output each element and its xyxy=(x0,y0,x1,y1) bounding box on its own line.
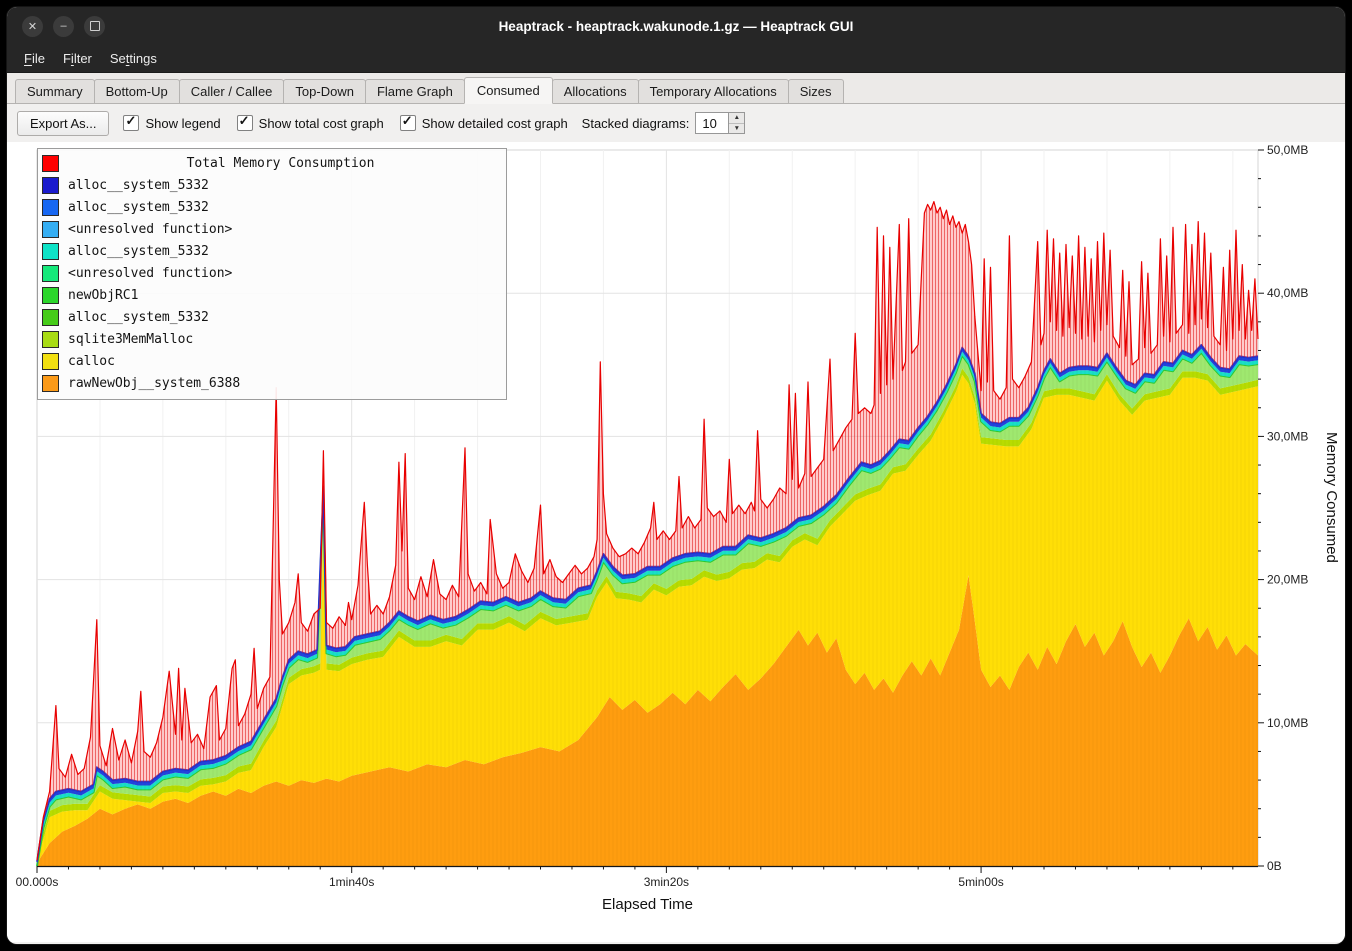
legend-label: calloc xyxy=(68,354,115,369)
menu-settings[interactable]: Settings xyxy=(101,47,166,70)
tab-consumed[interactable]: Consumed xyxy=(464,77,553,104)
toolbar-checks: Show legend Show total cost graph Show det… xyxy=(123,115,567,131)
y-tick-label: 10,0MB xyxy=(1267,716,1308,730)
legend-label: alloc__system_5332 xyxy=(68,244,209,259)
close-icon: ✕ xyxy=(28,20,37,33)
window-title: Heaptrack - heaptrack.wakunode.1.gz — He… xyxy=(7,19,1345,34)
tab-summary[interactable]: Summary xyxy=(15,79,95,103)
legend-label: rawNewObj__system_6388 xyxy=(68,376,240,391)
tab-allocations[interactable]: Allocations xyxy=(552,79,639,103)
legend-swatch xyxy=(42,199,59,216)
minimize-icon: – xyxy=(60,20,66,32)
legend-swatch xyxy=(42,287,59,304)
legend-swatch xyxy=(42,375,59,392)
legend-item: <unresolved function> xyxy=(42,218,502,240)
legend-label: newObjRC1 xyxy=(68,288,138,303)
stacked-diagrams-label: Stacked diagrams: xyxy=(582,116,690,131)
legend-item: alloc__system_5332 xyxy=(42,306,502,328)
spinner-down-button[interactable]: ▼ xyxy=(729,124,744,134)
legend-item: alloc__system_5332 xyxy=(42,240,502,262)
checkbox-show-detailed-cost-graph[interactable]: Show detailed cost graph xyxy=(400,115,568,131)
legend-item: calloc xyxy=(42,350,502,372)
y-tick-label: 40,0MB xyxy=(1267,286,1308,300)
legend-label: alloc__system_5332 xyxy=(68,200,209,215)
stacked-diagrams-group: Stacked diagrams: 10 ▲ ▼ xyxy=(582,112,746,134)
legend-swatch xyxy=(42,265,59,282)
menu-filter[interactable]: Filter xyxy=(54,47,101,70)
legend-label: <unresolved function> xyxy=(68,222,232,237)
checkbox-box[interactable] xyxy=(237,115,253,131)
legend-swatch xyxy=(42,331,59,348)
close-button[interactable]: ✕ xyxy=(22,16,43,37)
legend-swatch xyxy=(42,177,59,194)
export-as-button[interactable]: Export As... xyxy=(17,111,109,136)
checkbox-label: Show detailed cost graph xyxy=(422,116,568,131)
checkbox-label: Show legend xyxy=(145,116,220,131)
checkbox-show-total-cost-graph[interactable]: Show total cost graph xyxy=(237,115,384,131)
legend-title-swatch xyxy=(42,155,59,172)
toolbar: Export As... Show legend Show total cost … xyxy=(7,104,1345,142)
legend-item: alloc__system_5332 xyxy=(42,174,502,196)
y-tick-label: 0B xyxy=(1267,859,1282,873)
legend-item: sqlite3MemMalloc xyxy=(42,328,502,350)
x-tick-label: 00.000s xyxy=(16,875,59,889)
legend-header: Total Memory Consumption xyxy=(42,152,502,174)
legend-item: <unresolved function> xyxy=(42,262,502,284)
legend-label: alloc__system_5332 xyxy=(68,178,209,193)
minimize-button[interactable]: – xyxy=(53,16,74,37)
legend-label: alloc__system_5332 xyxy=(68,310,209,325)
tab-flame-graph[interactable]: Flame Graph xyxy=(365,79,465,103)
legend-swatch xyxy=(42,353,59,370)
tab-bar: SummaryBottom-UpCaller / CalleeTop-DownF… xyxy=(7,73,1345,104)
maximize-button[interactable] xyxy=(84,16,105,37)
tab-top-down[interactable]: Top-Down xyxy=(283,79,366,103)
y-tick-label: 50,0MB xyxy=(1267,143,1308,157)
y-tick-label: 30,0MB xyxy=(1267,429,1308,443)
legend-item: alloc__system_5332 xyxy=(42,196,502,218)
menu-bar: FileFilterSettings xyxy=(7,45,1345,73)
legend-label: <unresolved function> xyxy=(68,266,232,281)
legend-label: sqlite3MemMalloc xyxy=(68,332,193,347)
x-axis-title: Elapsed Time xyxy=(37,896,1258,913)
title-bar[interactable]: ✕ – Heaptrack - heaptrack.wakunode.1.gz … xyxy=(7,7,1345,45)
tab-sizes[interactable]: Sizes xyxy=(788,79,844,103)
legend-swatch xyxy=(42,221,59,238)
x-tick-label: 3min20s xyxy=(644,875,689,889)
chart-legend: Total Memory Consumption alloc__system_5… xyxy=(37,148,507,400)
checkbox-label: Show total cost graph xyxy=(259,116,384,131)
menu-file[interactable]: File xyxy=(15,47,54,70)
x-tick-label: 5min00s xyxy=(958,875,1003,889)
legend-item: newObjRC1 xyxy=(42,284,502,306)
checkbox-show-legend[interactable]: Show legend xyxy=(123,115,220,131)
tab-bottom-up[interactable]: Bottom-Up xyxy=(94,79,180,103)
chart-area: 00.000s 1min40s 3min20s 5min00s 0B 10,0MB 20,0… xyxy=(7,142,1345,942)
checkbox-box[interactable] xyxy=(400,115,416,131)
legend-swatch xyxy=(42,309,59,326)
x-tick-label: 1min40s xyxy=(329,875,374,889)
tab-caller-callee[interactable]: Caller / Callee xyxy=(179,79,285,103)
spinner-buttons: ▲ ▼ xyxy=(729,112,745,134)
spinner-up-button[interactable]: ▲ xyxy=(729,113,744,124)
legend-title: Total Memory Consumption xyxy=(59,156,502,171)
heaptrack-window: ✕ – Heaptrack - heaptrack.wakunode.1.gz … xyxy=(6,6,1346,945)
tab-temporary-allocations[interactable]: Temporary Allocations xyxy=(638,79,789,103)
legend-item: rawNewObj__system_6388 xyxy=(42,372,502,394)
stacked-diagrams-spinner[interactable]: 10 ▲ ▼ xyxy=(695,112,745,134)
y-tick-label: 20,0MB xyxy=(1267,573,1308,587)
y-axis-title: Memory Consumed xyxy=(1323,432,1340,563)
maximize-icon xyxy=(90,21,100,31)
checkbox-box[interactable] xyxy=(123,115,139,131)
spinner-value[interactable]: 10 xyxy=(695,112,729,134)
legend-swatch xyxy=(42,243,59,260)
